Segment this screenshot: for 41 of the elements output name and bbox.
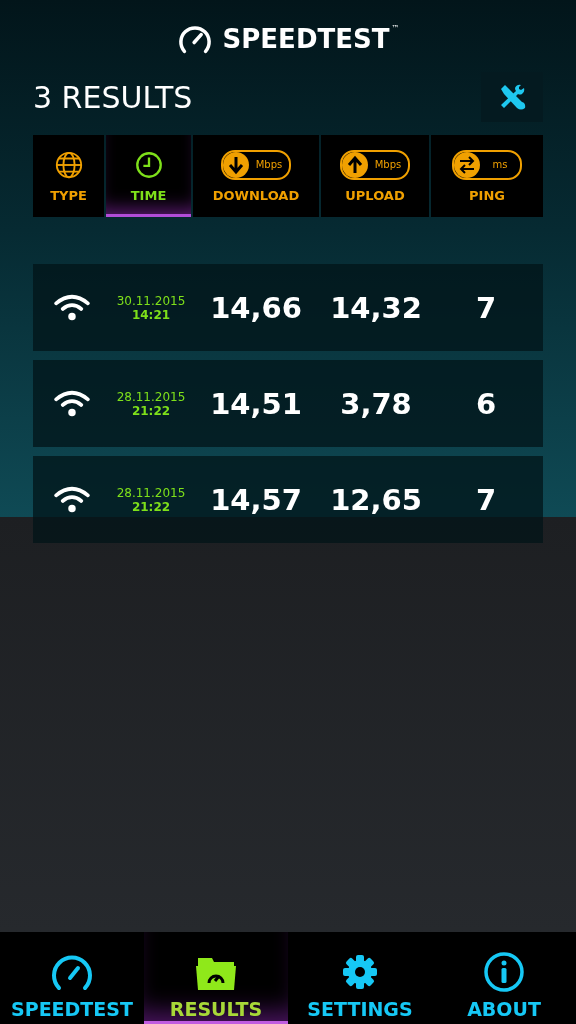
upload-value: 3,78 [339, 386, 413, 421]
upload-value: 12,65 [329, 482, 423, 517]
globe-icon [53, 149, 84, 180]
sort-tab[interactable]: Mbps UPLOAD [321, 135, 429, 217]
result-time: 21:22 [131, 403, 171, 418]
swap-arrows-icon [454, 151, 480, 178]
upload-value: 14,32 [329, 290, 423, 325]
results-count: 3 RESULTS [33, 79, 193, 115]
download-value: 14,51 [209, 386, 303, 421]
unit-label: Mbps [254, 159, 284, 170]
sort-tab[interactable]: TYPE [33, 135, 104, 217]
result-date: 28.11.2015 [116, 485, 186, 500]
download-value: 14,66 [209, 290, 303, 325]
nav-tab[interactable]: SETTINGS [288, 932, 432, 1024]
result-row[interactable]: 30.11.2015 14:21 14,66 14,32 7 [33, 264, 543, 351]
result-row[interactable]: 28.11.2015 21:22 14,51 3,78 6 [33, 360, 543, 447]
nav-tab[interactable]: RESULTS [144, 932, 288, 1024]
result-date: 28.11.2015 [116, 389, 186, 404]
result-row[interactable]: 28.11.2015 21:22 14,57 12,65 7 [33, 456, 543, 543]
wifi-icon [53, 485, 91, 514]
ping-value: 6 [474, 386, 498, 421]
nav-tab[interactable]: SPEEDTEST [0, 932, 144, 1024]
speedometer-icon [176, 24, 213, 54]
sort-tab[interactable]: TIME [106, 135, 191, 217]
info-icon [482, 952, 526, 992]
nav-tab[interactable]: ABOUT [432, 932, 576, 1024]
unit-label: ms [491, 159, 509, 170]
ping-value: 7 [474, 482, 498, 517]
result-time: 14:21 [131, 307, 171, 322]
app-title: SPEEDTEST [222, 24, 390, 54]
ping-value: 7 [474, 290, 498, 325]
clock-icon [133, 149, 164, 180]
unit-label: Mbps [373, 159, 403, 170]
sort-tab[interactable]: Mbps DOWNLOAD [193, 135, 319, 217]
wifi-icon [53, 293, 91, 322]
wifi-icon [53, 389, 91, 418]
sort-tab[interactable]: ms PING [431, 135, 543, 217]
result-date: 30.11.2015 [116, 293, 186, 308]
download-value: 14,57 [209, 482, 303, 517]
result-time: 21:22 [131, 499, 171, 514]
trademark-sign: ™ [391, 24, 400, 33]
